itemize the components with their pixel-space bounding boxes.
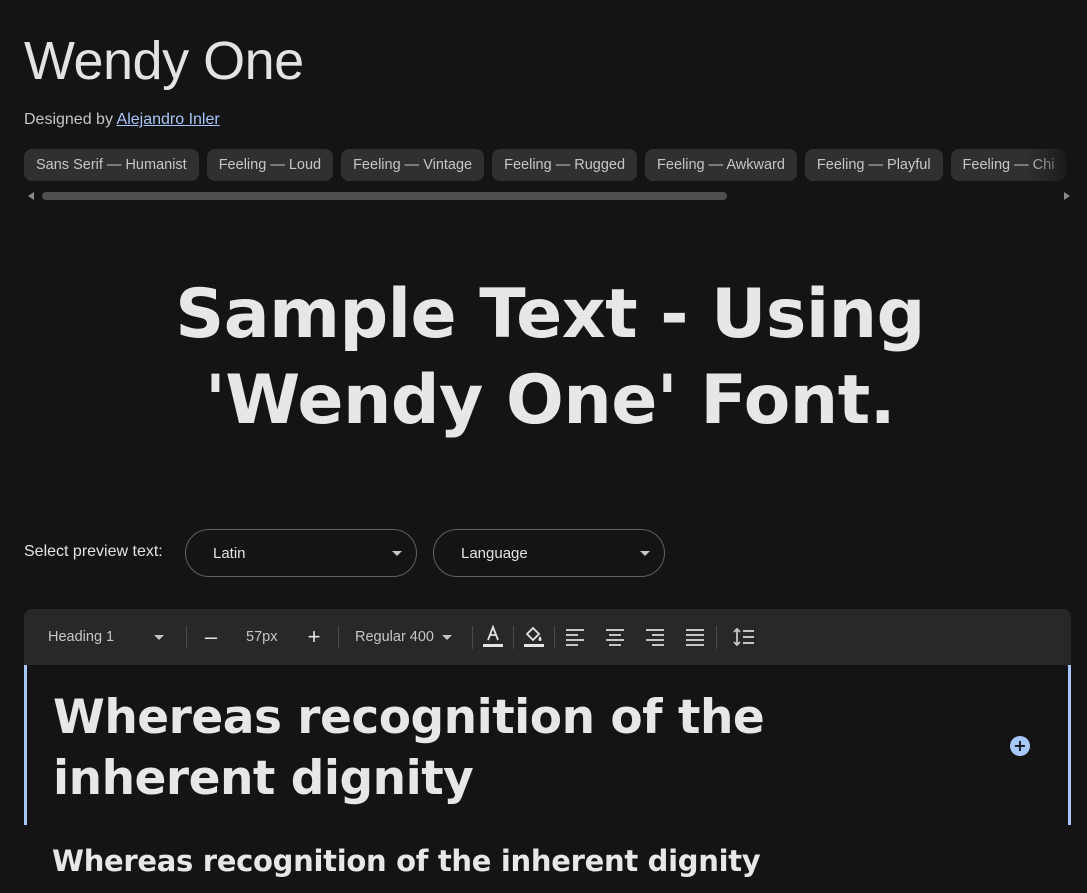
align-center-icon: [606, 629, 624, 646]
increase-size-button[interactable]: +: [302, 609, 326, 665]
minus-icon: –: [204, 624, 218, 649]
text-style-value: Heading 1: [48, 629, 115, 645]
tag-chip[interactable]: Sans Serif — Humanist: [24, 149, 199, 181]
add-block-button[interactable]: +: [1010, 736, 1030, 756]
heading2-editable-text[interactable]: Whereas recognition of the inherent dign…: [52, 842, 1052, 880]
script-select-value: Latin: [213, 544, 246, 562]
tag-chip[interactable]: Feeling — Rugged: [492, 149, 638, 181]
align-left-button[interactable]: [565, 609, 585, 665]
fill-color-icon: [524, 626, 544, 647]
chips-fade-overlay: [1027, 149, 1087, 182]
font-specimen-page: Wendy One Designed by Alejandro Inler Sa…: [0, 0, 1087, 893]
text-color-button[interactable]: [482, 609, 504, 665]
chevron-down-icon: [442, 634, 452, 640]
toolbar-divider: [186, 626, 187, 649]
tag-chip[interactable]: Feeling — Vintage: [341, 149, 485, 181]
tags-scrollbar[interactable]: [24, 190, 1072, 202]
heading1-editable-text[interactable]: Whereas recognition of the inherent dign…: [53, 687, 933, 809]
tag-chip-list: Sans Serif — Humanist Feeling — Loud Fee…: [24, 149, 1087, 182]
preview-text-label: Select preview text:: [24, 543, 163, 560]
script-select[interactable]: Latin: [185, 529, 417, 577]
text-style-dropdown[interactable]: Heading 1: [48, 609, 165, 665]
chevron-down-icon: [154, 634, 165, 640]
line-height-icon: [733, 627, 754, 647]
line-height-button[interactable]: [733, 609, 755, 665]
align-right-button[interactable]: [645, 609, 665, 665]
align-left-icon: [566, 629, 584, 646]
decrease-size-button[interactable]: –: [199, 609, 223, 665]
toolbar-divider: [716, 626, 717, 649]
toolbar-divider: [513, 626, 514, 649]
align-justify-icon: [686, 629, 704, 646]
scroll-right-arrow-icon[interactable]: [1064, 192, 1070, 200]
editor-toolbar: Heading 1 – 57px + Regular 400: [24, 609, 1071, 665]
align-right-icon: [646, 629, 664, 646]
text-color-icon: [483, 624, 503, 647]
tag-chip[interactable]: Feeling — Loud: [206, 149, 334, 181]
font-size-text: 57px: [246, 629, 278, 645]
plus-icon: +: [1013, 736, 1027, 755]
font-title: Wendy One: [24, 31, 304, 91]
tag-chip[interactable]: Feeling — Awkward: [645, 149, 797, 181]
designed-by-label: Designed by: [24, 111, 113, 128]
fill-color-button[interactable]: [523, 609, 545, 665]
language-select-value: Language: [461, 544, 528, 562]
chevron-down-icon: [392, 551, 402, 556]
plus-icon: +: [307, 624, 321, 649]
scroll-left-arrow-icon[interactable]: [28, 192, 34, 200]
designer-link[interactable]: Alejandro Inler: [117, 111, 220, 128]
editor-block-heading1[interactable]: Whereas recognition of the inherent dign…: [24, 665, 1071, 825]
toolbar-divider: [472, 626, 473, 649]
tag-chip[interactable]: Feeling — Playful: [804, 149, 943, 181]
font-weight-dropdown[interactable]: Regular 400: [355, 609, 452, 665]
align-justify-button[interactable]: [685, 609, 705, 665]
toolbar-divider: [338, 626, 339, 649]
font-size-value[interactable]: 57px: [246, 609, 277, 665]
chevron-down-icon: [640, 551, 650, 556]
designer-line: Designed by Alejandro Inler: [24, 111, 220, 129]
scroll-thumb[interactable]: [42, 192, 727, 200]
language-select[interactable]: Language: [433, 529, 665, 577]
font-weight-value: Regular 400: [355, 629, 434, 645]
sample-text-preview: Sample Text - Using 'Wendy One' Font.: [175, 275, 925, 440]
toolbar-divider: [554, 626, 555, 649]
align-center-button[interactable]: [605, 609, 625, 665]
